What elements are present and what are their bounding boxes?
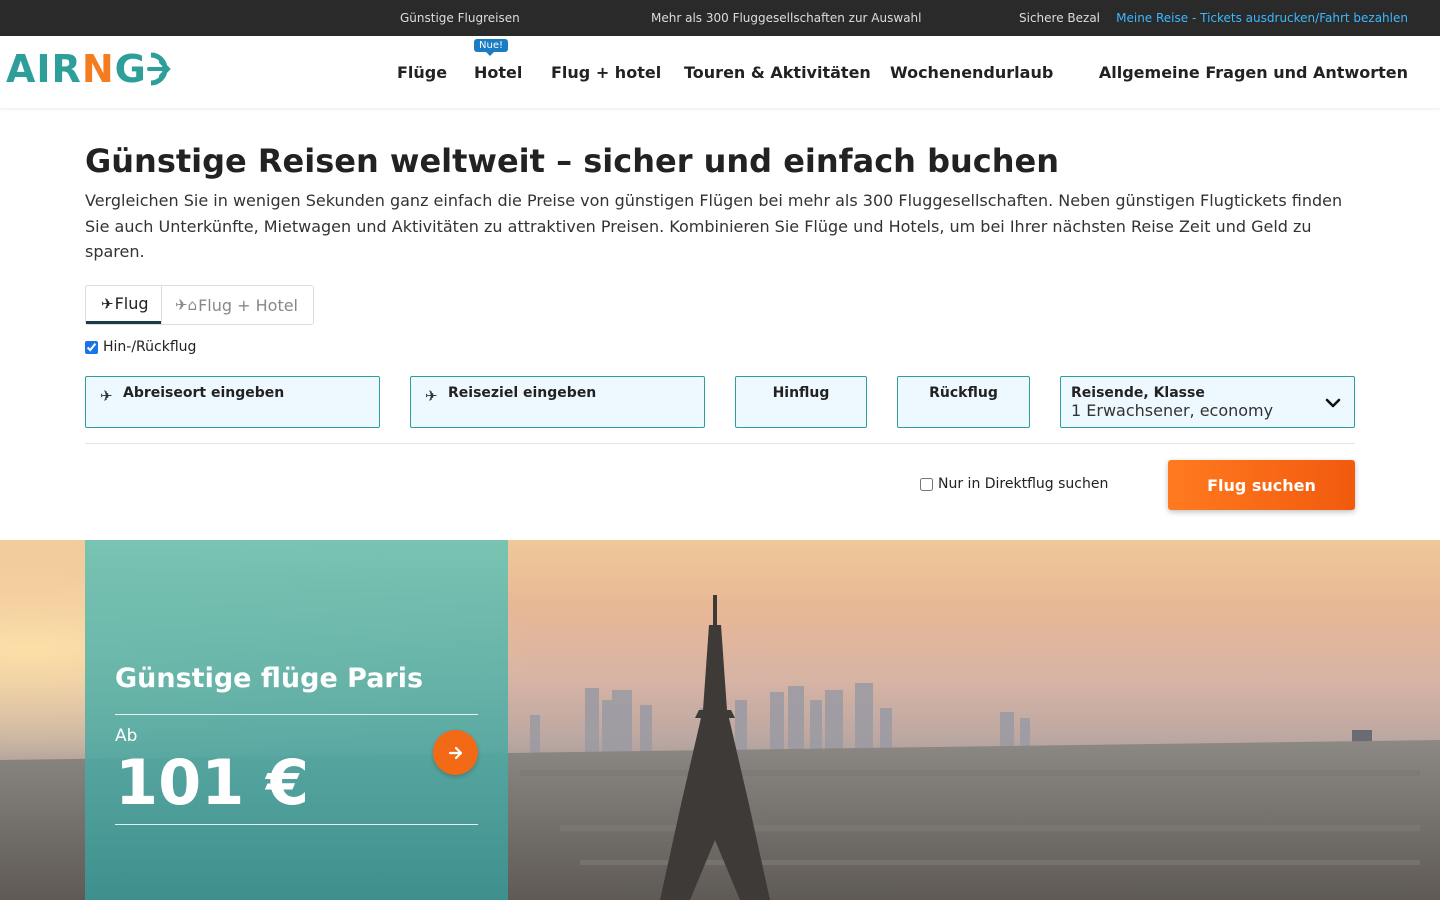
departure-field-label: Abreiseort eingeben bbox=[123, 385, 285, 401]
plane-landing-icon: ✈ bbox=[425, 387, 438, 405]
roundtrip-label: Hin-/Rückflug bbox=[103, 339, 197, 355]
travelers-class-value: 1 Erwachsener, economy bbox=[1071, 401, 1274, 420]
nav-flight-hotel[interactable]: Flug + hotel bbox=[551, 63, 661, 82]
new-badge: Nue! bbox=[474, 39, 508, 56]
nav-weekend[interactable]: Wochenendurlaub bbox=[890, 63, 1053, 82]
tab-flight[interactable]: ✈ Flug bbox=[86, 286, 161, 324]
usp-cheap-flights: Günstige Flugreisen bbox=[400, 11, 520, 25]
plane-takeoff-icon: ✈ bbox=[100, 387, 113, 405]
return-date-label: Rückflug bbox=[929, 385, 998, 401]
travelers-class-label: Reisende, Klasse bbox=[1071, 385, 1205, 401]
deal-title: Günstige flüge Paris bbox=[115, 663, 424, 694]
deal-divider-top bbox=[115, 714, 478, 715]
intro-text: Vergleichen Sie in wenigen Sekunden ganz… bbox=[85, 191, 1343, 261]
tab-flight-hotel-label: Flug + Hotel bbox=[198, 295, 298, 315]
form-divider bbox=[85, 443, 1355, 444]
roundtrip-checkbox[interactable] bbox=[85, 340, 98, 354]
plane-bed-icon: ✈⌂ bbox=[175, 296, 198, 314]
logo-arrow-icon bbox=[146, 52, 171, 86]
usp-secure-payment: Sichere Bezahlung bbox=[1019, 11, 1099, 25]
direct-flight-label: Nur in Direktflug suchen bbox=[938, 476, 1109, 492]
search-flights-button[interactable]: Flug suchen bbox=[1168, 460, 1355, 510]
arrow-right-icon bbox=[448, 746, 462, 759]
deal-divider-bottom bbox=[115, 824, 478, 825]
deal-price-prefix: Ab bbox=[115, 726, 138, 746]
deal-card[interactable]: Günstige flüge Paris Ab 101 € bbox=[85, 540, 508, 900]
outbound-date-label: Hinflug bbox=[772, 385, 830, 401]
chevron-down-icon bbox=[1325, 398, 1341, 408]
page-title: Günstige Reisen weltweit – sicher und ei… bbox=[85, 142, 1059, 180]
travelers-class-select[interactable]: Reisende, Klasse 1 Erwachsener, economy bbox=[1060, 376, 1355, 428]
plane-icon: ✈ bbox=[101, 294, 114, 313]
hero-banner: Günstige flüge Paris Ab 101 € bbox=[0, 540, 1440, 900]
top-info-bar: Günstige Flugreisen Mehr als 300 Flugges… bbox=[0, 0, 1440, 36]
airngo-logo[interactable]: AIRNG bbox=[6, 47, 177, 91]
my-trip-link[interactable]: Meine Reise - Tickets ausdrucken/Fahrt b… bbox=[1116, 11, 1408, 25]
tab-flight-label: Flug bbox=[114, 294, 149, 313]
roundtrip-option[interactable]: Hin-/Rückflug bbox=[85, 339, 196, 355]
main-header: AIRNG Flüge Nue! Hotel Flug + hotel Tour… bbox=[0, 36, 1440, 108]
nav-flights[interactable]: Flüge bbox=[397, 63, 447, 82]
nav-tours[interactable]: Touren & Aktivitäten bbox=[684, 63, 871, 82]
destination-field[interactable]: ✈ Reiseziel eingeben bbox=[410, 376, 705, 428]
nav-faq[interactable]: Allgemeine Fragen und Antworten bbox=[1099, 63, 1408, 82]
direct-flight-checkbox[interactable] bbox=[920, 477, 933, 491]
usp-airlines: Mehr als 300 Fluggesellschaften zur Ausw… bbox=[651, 11, 922, 25]
deal-price: 101 € bbox=[115, 746, 310, 819]
deal-go-button[interactable] bbox=[433, 730, 478, 775]
tab-flight-hotel[interactable]: ✈⌂ Flug + Hotel bbox=[161, 286, 298, 324]
return-date-field[interactable]: Rückflug bbox=[897, 376, 1030, 428]
direct-flight-option[interactable]: Nur in Direktflug suchen bbox=[920, 476, 1108, 492]
destination-field-label: Reiseziel eingeben bbox=[448, 385, 597, 401]
departure-field[interactable]: ✈ Abreiseort eingeben bbox=[85, 376, 380, 428]
search-tabs: ✈ Flug ✈⌂ Flug + Hotel bbox=[85, 285, 314, 325]
nav-hotel[interactable]: Hotel bbox=[474, 63, 522, 82]
outbound-date-field[interactable]: Hinflug bbox=[735, 376, 867, 428]
